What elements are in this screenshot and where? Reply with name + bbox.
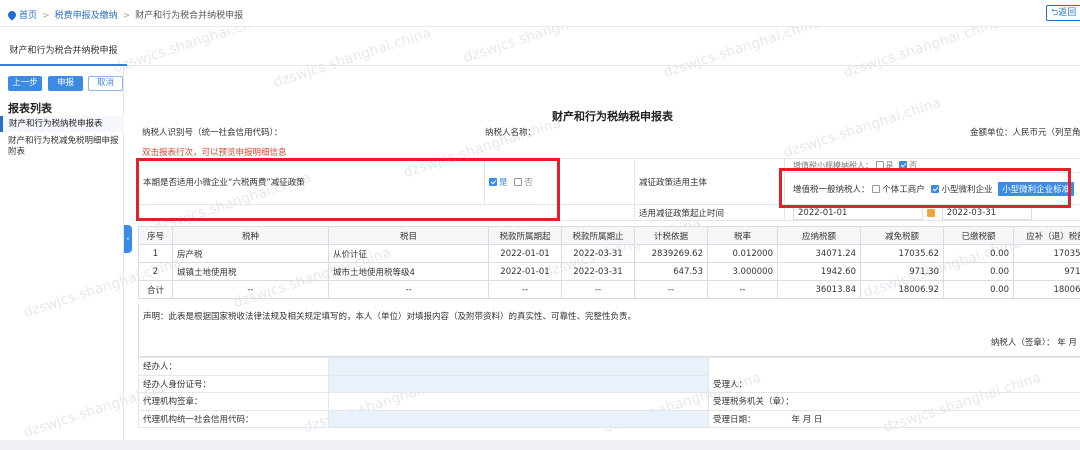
policy-subject-label: 减征政策适用主体 — [634, 158, 785, 205]
highlight-box — [136, 158, 560, 221]
agent-id-label: 经办人身份证号： — [138, 374, 329, 393]
tax-office-label: 受理税务机关（章）： — [708, 392, 1080, 411]
col-header: 税目 — [328, 226, 489, 245]
table-row[interactable]: 1 房产税 从价计征 2022-01-01 2022-03-31 2839269… — [138, 244, 1080, 263]
sidebar: 上一步 申报 取消 报表列表 财产和行为税纳税申报表 财产和行为税减免税明细申报… — [0, 66, 124, 450]
tax-items-table: 序号 税种 税目 税款所属期起 税款所属期止 计税依据 税率 应纳税额 减免税额… — [138, 226, 1080, 299]
calendar-icon[interactable] — [927, 208, 935, 217]
col-header: 税种 — [172, 226, 329, 245]
policy-period-label: 适用减征政策起止时间 — [634, 204, 785, 221]
main-content: 财产和行为税纳税申报表 纳税人识别号（统一社会信用代码）： 纳税人名称： 金额单… — [132, 66, 1080, 450]
accept-date-cell: 受理日期： 年 月 日 — [708, 409, 1080, 428]
back-button[interactable]: ⮌返回 — [1046, 5, 1080, 21]
table-cell: 647.53 — [634, 262, 708, 281]
col-header: 计税依据 — [634, 226, 708, 245]
table-cell: 从价计征 — [328, 244, 489, 263]
table-cell: 房产税 — [172, 244, 329, 263]
accept-date-label: 受理日期： — [713, 414, 756, 425]
col-header: 序号 — [138, 226, 173, 245]
report-list-title: 报表列表 — [8, 102, 52, 115]
breadcrumb-home[interactable]: 首页 — [19, 11, 37, 21]
cancel-button[interactable]: 取消 — [88, 76, 123, 91]
bottom-bar — [0, 440, 1080, 450]
table-cell: -- — [172, 280, 329, 299]
table-cell: 3.000000 — [707, 262, 778, 281]
col-header: 减免税额 — [860, 226, 944, 245]
table-cell: -- — [561, 280, 635, 299]
amount-unit-label: 金额单位：人民币元（列至角分 — [970, 128, 1080, 138]
table-cell: -- — [707, 280, 778, 299]
col-header: 税款所属期起 — [488, 226, 562, 245]
table-cell: 971.30 — [1013, 262, 1080, 281]
table-cell: 0.00 — [943, 280, 1014, 299]
breadcrumb: 首页 > 税费申报及缴纳 > 财产和行为税合并纳税申报 — [6, 8, 244, 21]
accept-date-format: 年 月 日 — [791, 414, 823, 425]
table-cell: -- — [328, 280, 489, 299]
col-header: 应补（退）税额 — [1013, 226, 1080, 245]
taxpayer-signature: 纳税人（签章）： 年 月 — [990, 338, 1077, 348]
breadcrumb-tax-filing[interactable]: 税费申报及缴纳 — [55, 11, 118, 21]
agency-seal-label: 代理机构签章： — [138, 392, 329, 411]
table-row[interactable]: 2 城镇土地使用税 城市土地使用税等级4 2022-01-01 2022-03-… — [138, 262, 1080, 281]
table-cell: -- — [488, 280, 562, 299]
col-header: 应纳税额 — [777, 226, 861, 245]
table-cell: 36013.84 — [777, 280, 861, 299]
table-cell: -- — [634, 280, 708, 299]
declaration-text: 声明：此表是根据国家税收法律法规及相关规定填写的，本人（单位）对填报内容（及附带… — [143, 312, 637, 322]
table-cell: 1942.60 — [777, 262, 861, 281]
tab-strip: 财产和行为税合并纳税申报 — [0, 38, 1080, 66]
table-cell: 1 — [138, 244, 173, 263]
breadcrumb-current: 财产和行为税合并纳税申报 — [135, 11, 244, 21]
submit-button[interactable]: 申报 — [48, 76, 83, 91]
table-cell: 城市土地使用税等级4 — [328, 262, 489, 281]
sidebar-item-exemption-schedule[interactable]: 财产和行为税减免税明细申报附表 — [8, 136, 120, 158]
table-cell: 2022-01-01 — [488, 244, 562, 263]
table-cell: 34071.24 — [777, 244, 861, 263]
agent-label: 经办人： — [138, 357, 329, 376]
table-cell: 17035.62 — [1013, 244, 1080, 263]
chevron-left-icon: ‹ — [126, 234, 130, 243]
table-cell: 0.00 — [943, 262, 1014, 281]
col-header: 税率 — [707, 226, 778, 245]
preview-notice: 双击报表行次，可以预览申报明细信息 — [142, 148, 287, 158]
collapse-sidebar-handle[interactable]: ‹ — [124, 225, 132, 253]
back-button-label: 返回 — [1058, 8, 1077, 18]
taxpayer-name-label: 纳税人名称： — [485, 128, 537, 138]
agency-code-field[interactable] — [328, 409, 709, 428]
table-total-row: 合计 -- -- -- -- -- -- 36013.84 18006.92 0… — [138, 280, 1080, 299]
table-cell: 合计 — [138, 280, 173, 299]
table-cell: 城镇土地使用税 — [172, 262, 329, 281]
col-header: 税款所属期止 — [561, 226, 635, 245]
table-cell: 0.012000 — [707, 244, 778, 263]
table-cell: 17035.62 — [860, 244, 944, 263]
tab-property-tax-filing[interactable]: 财产和行为税合并纳税申报 — [0, 38, 127, 66]
highlight-box — [779, 168, 1071, 208]
breadcrumb-separator: > — [122, 11, 131, 21]
form-title: 财产和行为税纳税申报表 — [552, 110, 673, 123]
signature-table: 经办人： 受理人： 经办人身份证号： 代理机构签章： 受理税务机关（章）： 代理… — [138, 357, 1080, 428]
table-cell: 2022-03-31 — [561, 262, 635, 281]
table-header-row: 序号 税种 税目 税款所属期起 税款所属期止 计税依据 税率 应纳税额 减免税额… — [138, 226, 1080, 245]
agent-field[interactable] — [328, 357, 709, 376]
sidebar-item-tax-return[interactable]: 财产和行为税纳税申报表 — [0, 116, 124, 132]
agency-seal-field — [328, 392, 709, 411]
prev-step-button[interactable]: 上一步 — [8, 76, 42, 91]
table-cell: 18006.92 — [1013, 280, 1080, 299]
table-cell: 2 — [138, 262, 173, 281]
col-header: 已缴税额 — [943, 226, 1014, 245]
receiver-label: 受理人： — [708, 357, 1080, 393]
breadcrumb-separator: > — [42, 11, 50, 21]
table-cell: 0.00 — [943, 244, 1014, 263]
agent-id-field[interactable] — [328, 374, 709, 393]
declaration-box: 声明：此表是根据国家税收法律法规及相关规定填写的，本人（单位）对填报内容（及附带… — [138, 304, 1080, 357]
top-bar: 首页 > 税费申报及缴纳 > 财产和行为税合并纳税申报 ⮌返回 — [0, 0, 1080, 27]
agency-code-label: 代理机构统一社会信用代码： — [138, 409, 329, 428]
table-cell: 2839269.62 — [634, 244, 708, 263]
table-cell: 18006.92 — [860, 280, 944, 299]
table-cell: 2022-03-31 — [561, 244, 635, 263]
taxpayer-id-label: 纳税人识别号（统一社会信用代码）： — [142, 128, 283, 138]
table-cell: 971.30 — [860, 262, 944, 281]
table-cell: 2022-01-01 — [488, 262, 562, 281]
location-pin-icon — [6, 9, 18, 21]
